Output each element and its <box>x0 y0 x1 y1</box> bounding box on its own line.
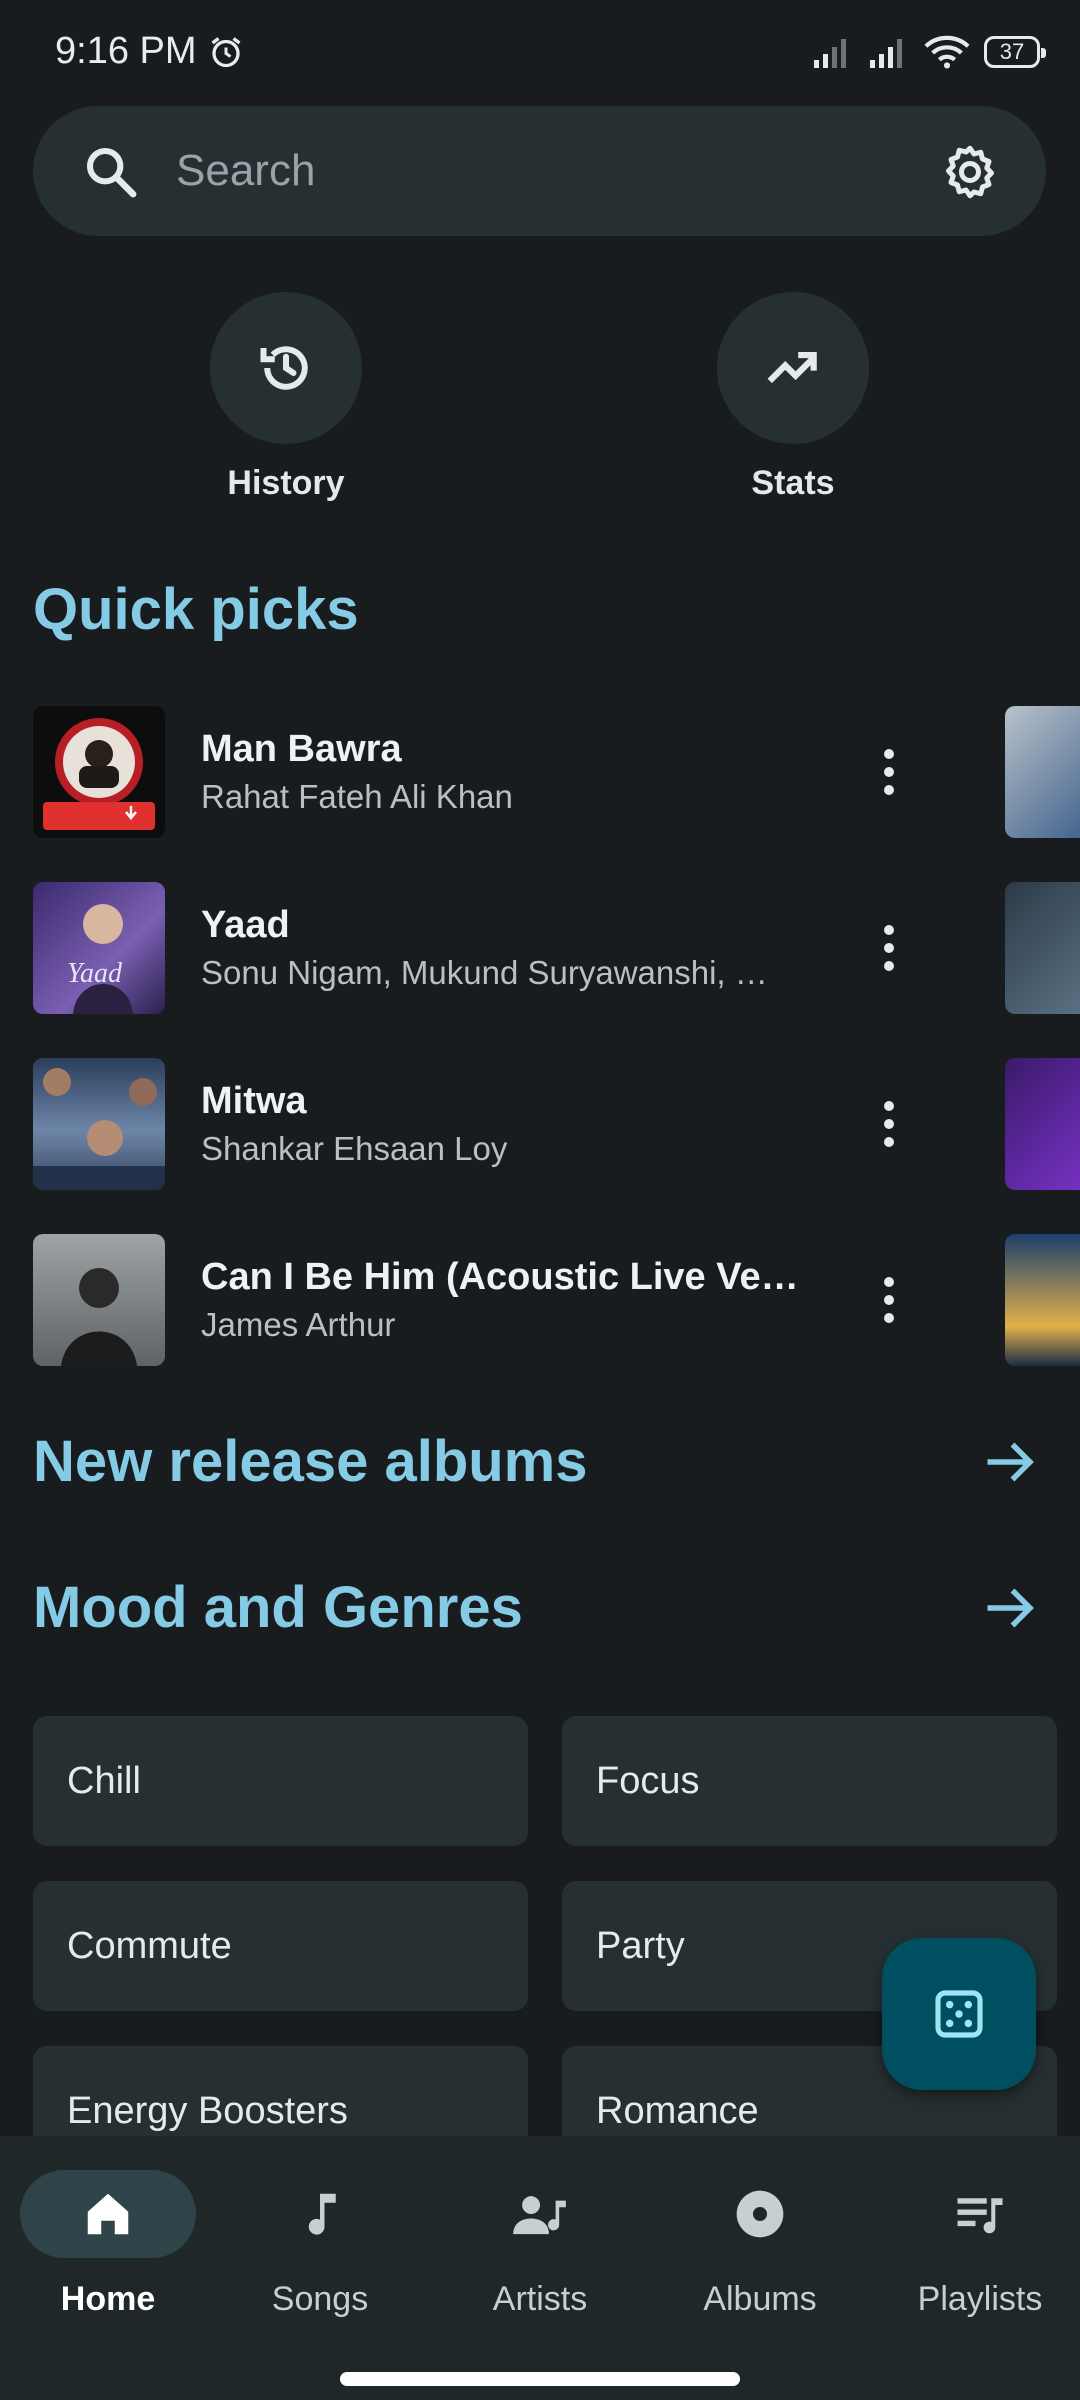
song-row[interactable]: Mitwa Shankar Ehsaan Loy <box>33 1058 903 1190</box>
album-icon <box>736 2190 784 2238</box>
battery-indicator: 37 <box>984 36 1046 68</box>
song-title: Can I Be Him (Acoustic Live Ve… <box>201 1256 799 1298</box>
mood-label: Energy Boosters <box>67 2090 348 2132</box>
arrow-right-icon[interactable] <box>980 1432 1040 1492</box>
more-options-icon[interactable] <box>879 1274 899 1326</box>
wifi-icon <box>924 35 970 69</box>
song-title: Yaad <box>201 904 290 946</box>
bottom-navigation: Home Songs Artists Albums Playlists <box>0 2136 1080 2400</box>
nav-playlists-label: Playlists <box>917 2280 1043 2318</box>
mood-chip[interactable]: Chill <box>33 1716 528 1846</box>
battery-level: 37 <box>999 39 1025 64</box>
song-row[interactable]: Man Bawra Rahat Fateh Ali Khan <box>33 706 903 838</box>
mood-chip[interactable]: Focus <box>562 1716 1057 1846</box>
stats-label: Stats <box>751 464 835 502</box>
nav-songs-label: Songs <box>271 2280 369 2318</box>
mood-label: Romance <box>596 2090 759 2132</box>
nav-songs-indicator[interactable] <box>232 2170 408 2258</box>
alarm-icon <box>211 37 241 68</box>
song-artist: James Arthur <box>201 1306 396 1343</box>
mood-label: Commute <box>67 1925 232 1967</box>
mood-chip[interactable]: Commute <box>33 1881 528 2011</box>
nav-songs[interactable]: Songs <box>212 2170 428 2319</box>
more-options-icon[interactable] <box>879 1098 899 1150</box>
history-label: History <box>227 464 345 502</box>
search-bar[interactable]: Search <box>33 106 1046 236</box>
gesture-home-bar[interactable] <box>340 2372 740 2386</box>
status-time: 9:16 PM <box>55 30 197 72</box>
song-artist: Sonu Nigam, Mukund Suryawanshi, … <box>201 954 768 991</box>
album-thumbnail <box>33 1234 165 1366</box>
song-title: Mitwa <box>201 1080 307 1122</box>
history-button[interactable]: History <box>196 292 376 503</box>
nav-home-indicator[interactable] <box>20 2170 196 2258</box>
nav-artists-indicator[interactable] <box>452 2170 628 2258</box>
shuffle-dice-button[interactable] <box>882 1938 1036 2090</box>
nav-artists[interactable]: Artists <box>432 2170 648 2319</box>
mood-genres-title[interactable]: Mood and Genres <box>33 1574 523 1641</box>
arrow-right-icon[interactable] <box>980 1578 1040 1638</box>
nav-artists-label: Artists <box>492 2280 588 2318</box>
album-thumbnail <box>33 706 165 838</box>
quick-picks-title: Quick picks <box>33 577 359 642</box>
search-icon <box>86 147 137 198</box>
next-column-thumbnail[interactable] <box>1005 1234 1080 1366</box>
next-column-thumbnail[interactable] <box>1005 706 1080 838</box>
song-row[interactable]: Yaad Yaad Sonu Nigam, Mukund Suryawanshi… <box>33 882 903 1014</box>
history-icon <box>260 346 308 390</box>
svg-text:Yaad: Yaad <box>67 958 123 989</box>
song-row[interactable]: Can I Be Him (Acoustic Live Ve… James Ar… <box>33 1234 903 1366</box>
search-placeholder: Search <box>176 146 316 195</box>
signal-icon-2 <box>870 39 902 68</box>
mood-label: Focus <box>596 1760 700 1802</box>
playlist-icon <box>957 2198 1003 2234</box>
more-options-icon[interactable] <box>879 922 899 974</box>
nav-playlists-indicator[interactable] <box>892 2170 1068 2258</box>
nav-home-label: Home <box>60 2280 156 2318</box>
album-thumbnail <box>33 1058 165 1190</box>
song-artist: Rahat Fateh Ali Khan <box>201 778 513 815</box>
next-column-thumbnail[interactable] <box>1005 882 1080 1014</box>
stats-circle[interactable] <box>717 292 869 444</box>
nav-albums-indicator[interactable] <box>672 2170 848 2258</box>
nav-albums[interactable]: Albums <box>652 2170 868 2319</box>
next-column-thumbnail[interactable] <box>1005 1058 1080 1190</box>
stats-button[interactable]: Stats <box>703 292 883 503</box>
trending-up-icon <box>767 351 817 384</box>
nav-playlists[interactable]: Playlists <box>872 2170 1080 2319</box>
song-artist: Shankar Ehsaan Loy <box>201 1130 508 1167</box>
history-circle[interactable] <box>210 292 362 444</box>
new-release-title[interactable]: New release albums <box>33 1428 588 1495</box>
nav-home[interactable]: Home <box>0 2170 216 2319</box>
status-bar: 9:16 PM 37 <box>0 0 1080 100</box>
dice-icon <box>935 1990 983 2038</box>
song-title: Man Bawra <box>201 728 402 770</box>
music-note-icon <box>308 2193 336 2235</box>
settings-icon[interactable] <box>940 142 1000 202</box>
album-thumbnail: Yaad <box>33 882 165 1014</box>
mood-label: Chill <box>67 1760 141 1802</box>
artist-icon <box>513 2196 566 2235</box>
home-icon <box>87 2193 129 2235</box>
more-options-icon[interactable] <box>879 746 899 798</box>
mood-label: Party <box>596 1925 685 1967</box>
signal-icon <box>814 39 846 68</box>
nav-albums-label: Albums <box>703 2280 817 2318</box>
